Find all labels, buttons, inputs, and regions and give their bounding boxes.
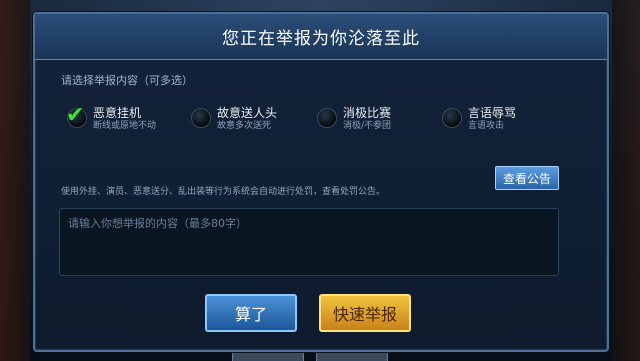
option-verbal-abuse[interactable]: 言语辱骂 言语攻击	[442, 106, 516, 133]
report-content-input[interactable]: 请输入你想举报的内容（最多80字）	[59, 208, 559, 276]
option-label: 恶意挂机	[93, 106, 142, 120]
cancel-button[interactable]: 算了	[205, 294, 297, 332]
option-label: 消极比赛	[343, 106, 392, 120]
radio-feeding[interactable]	[191, 108, 211, 128]
backdrop-left-edge	[0, 0, 30, 361]
dialog-title: 您正在举报为你沦落至此	[222, 29, 420, 49]
option-description: 故意多次送死	[217, 121, 272, 131]
radio-afk[interactable]: ✔	[66, 103, 87, 128]
dialog-title-bar: 您正在举报为你沦落至此	[35, 14, 607, 60]
option-afk[interactable]: ✔ 恶意挂机 断线或原地不动	[66, 103, 157, 133]
quick-report-button[interactable]: 快速举报	[319, 294, 411, 332]
input-placeholder: 请输入你想举报的内容（最多80字）	[68, 217, 247, 230]
report-dialog: 您正在举报为你沦落至此 请选择举报内容（可多选） ✔ 恶意挂机 断线或原地不动 …	[33, 12, 609, 352]
option-feeding[interactable]: 故意送人头 故意多次送死	[191, 106, 277, 133]
option-description: 消极/不参团	[343, 121, 392, 131]
backdrop-right-edge	[612, 0, 640, 361]
section-label: 请选择举报内容（可多选）	[61, 74, 193, 87]
penalty-notice: 使用外挂、演员、恶意送分、乱出装等行为系统会自动进行处罚，查看处罚公告。	[61, 187, 386, 197]
checkmark-icon: ✔	[66, 103, 85, 128]
view-notice-button[interactable]: 查看公告	[495, 166, 559, 190]
option-passive[interactable]: 消极比赛 消极/不参团	[317, 106, 391, 133]
radio-verbal-abuse[interactable]	[442, 108, 462, 128]
option-label: 言语辱骂	[468, 106, 517, 120]
radio-passive[interactable]	[317, 108, 337, 128]
option-label: 故意送人头	[217, 106, 278, 120]
option-description: 断线或原地不动	[93, 121, 157, 131]
option-description: 言语攻击	[468, 121, 505, 131]
